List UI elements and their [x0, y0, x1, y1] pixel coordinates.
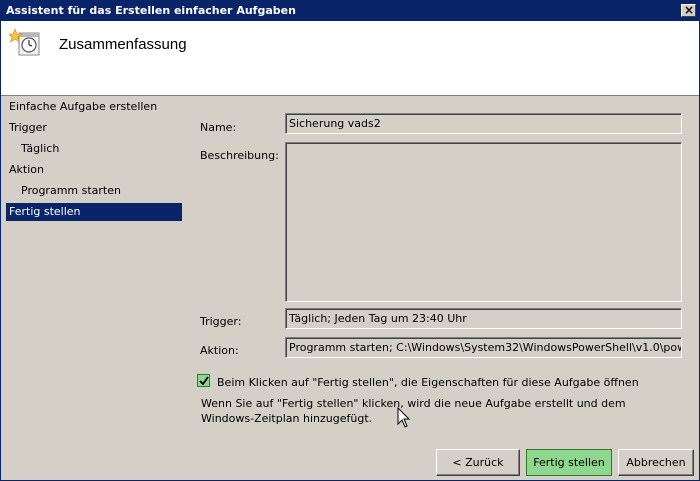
open-properties-label[interactable]: Beim Klicken auf "Fertig stellen", die E…: [217, 376, 639, 389]
trigger-label: Trigger:: [200, 315, 242, 328]
wizard-steps: Einfache Aufgabe erstellen Trigger Tägli…: [6, 98, 182, 224]
step-action: Aktion: [9, 163, 44, 176]
step-finish: Fertig stellen: [6, 203, 182, 221]
close-icon: ×: [684, 3, 695, 17]
back-button[interactable]: < Zurück: [436, 449, 520, 476]
step-trigger: Trigger: [9, 121, 47, 134]
description-field[interactable]: [285, 142, 682, 302]
finish-info-text: Wenn Sie auf "Fertig stellen" klicken, w…: [201, 397, 626, 425]
description-label: Beschreibung:: [200, 149, 279, 162]
open-properties-checkbox[interactable]: [197, 374, 210, 387]
page-title: Zusammenfassung: [59, 36, 187, 53]
trigger-field[interactable]: Täglich; Jeden Tag um 23:40 Uhr: [285, 308, 682, 329]
cancel-button[interactable]: Abbrechen: [618, 449, 694, 476]
name-field[interactable]: Sicherung vads2: [285, 113, 682, 134]
wizard-window: Assistent für das Erstellen einfacher Au…: [0, 0, 700, 481]
mouse-cursor-icon: [397, 407, 411, 428]
step-create-basic-task: Einfache Aufgabe erstellen: [9, 100, 158, 113]
finish-button[interactable]: Fertig stellen: [526, 449, 612, 476]
task-scheduler-clock-icon: [9, 28, 40, 56]
name-label: Name:: [200, 121, 237, 134]
close-button[interactable]: ×: [681, 3, 696, 17]
title-bar[interactable]: Assistent für das Erstellen einfacher Au…: [1, 1, 699, 21]
window-title: Assistent für das Erstellen einfacher Au…: [6, 4, 296, 17]
step-start-program: Programm starten: [21, 184, 121, 197]
header-panel: Zusammenfassung: [1, 21, 699, 96]
action-field[interactable]: Programm starten; C:\Windows\System32\Wi…: [285, 337, 682, 358]
action-label: Aktion:: [200, 344, 239, 357]
step-daily: Täglich: [21, 142, 60, 155]
checkmark-icon: [199, 376, 209, 386]
